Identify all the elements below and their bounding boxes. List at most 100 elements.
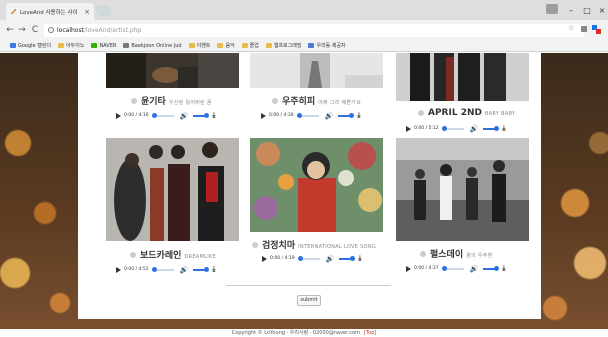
- tab-close-icon[interactable]: ×: [84, 8, 90, 16]
- extension-icon[interactable]: [580, 25, 588, 33]
- time-display: 0:00 / 4:19: [270, 256, 295, 261]
- audio-player: 0:00 / 4:19 🔊 ⤓: [262, 254, 361, 263]
- seek-slider[interactable]: [151, 112, 174, 118]
- volume-icon[interactable]: 🔊: [325, 112, 334, 120]
- volume-slider[interactable]: [193, 112, 210, 118]
- play-icon[interactable]: [261, 112, 266, 119]
- copyright-text: Copyright © LoYoung · 우리사랑 · 02000@naver…: [231, 330, 360, 336]
- radio-icon[interactable]: [420, 250, 426, 257]
- bookmark-label: 우리동 제공자: [316, 43, 346, 49]
- play-icon[interactable]: [406, 265, 411, 272]
- artist-photo[interactable]: [106, 53, 239, 88]
- time-display: 0:00 / 4:16: [124, 113, 149, 118]
- seek-slider[interactable]: [296, 112, 319, 118]
- song-title: DREAMLIKE: [184, 254, 217, 260]
- bookmark-item[interactable]: 아두이노: [58, 42, 84, 49]
- seek-slider[interactable]: [151, 266, 174, 272]
- seek-slider[interactable]: [297, 255, 320, 261]
- page-background: 윤기타 우산을 잃어버린 꿈 0:00 / 4:16 🔊 ⤓ 우주히피 어쩌 그…: [0, 53, 608, 337]
- time-display: 0:00 / 4:37: [414, 266, 439, 271]
- download-icon[interactable]: ⤓: [358, 254, 361, 263]
- seek-slider[interactable]: [441, 265, 464, 271]
- artist-photo[interactable]: [106, 138, 239, 241]
- artist-name: 우주히피: [282, 97, 316, 107]
- url-host: localhost: [57, 27, 84, 34]
- artist-name: APRIL 2ND: [428, 108, 482, 118]
- download-icon[interactable]: ⤓: [502, 124, 505, 133]
- close-window-button[interactable]: ×: [593, 3, 608, 17]
- bookmark-item[interactable]: 음악: [217, 42, 235, 49]
- play-icon[interactable]: [116, 112, 121, 119]
- download-icon[interactable]: ⤓: [357, 111, 360, 120]
- bookmark-icon: [241, 43, 248, 48]
- bookmark-item[interactable]: NAVER: [91, 43, 116, 49]
- bookmark-item[interactable]: 웹프로그래밍: [265, 42, 301, 49]
- radio-icon[interactable]: [252, 241, 258, 248]
- bookmark-icon: [265, 43, 272, 48]
- bookmark-item[interactable]: 우리동 제공자: [308, 42, 346, 49]
- bookmark-icon: [123, 43, 130, 48]
- artist-name: 검정치마: [262, 241, 296, 251]
- new-tab-button[interactable]: [94, 6, 112, 16]
- info-icon: [48, 27, 54, 33]
- audio-player: 0:00 / 4:16 🔊 ⤓: [116, 111, 215, 120]
- address-bar[interactable]: localhost/loveAnd/artist.php: [44, 24, 584, 37]
- volume-icon[interactable]: 🔊: [470, 265, 479, 273]
- bookmark-label: NAVER: [99, 42, 117, 49]
- artist-photo[interactable]: [396, 138, 529, 241]
- volume-slider[interactable]: [193, 266, 210, 272]
- bookmark-star-icon[interactable]: ☆: [568, 24, 574, 32]
- song-title: BABY BABY: [484, 111, 516, 117]
- volume-icon[interactable]: 🔊: [180, 112, 189, 120]
- artist-photo[interactable]: [396, 53, 529, 101]
- bookmark-item[interactable]: Baekjoon Online Jud: [123, 42, 182, 49]
- radio-icon[interactable]: [272, 97, 278, 104]
- volume-icon[interactable]: 🔊: [470, 125, 479, 133]
- bookmark-label: 졸업: [249, 43, 259, 49]
- volume-slider[interactable]: [483, 125, 500, 131]
- volume-slider[interactable]: [339, 255, 356, 261]
- forward-button[interactable]: →: [16, 23, 28, 37]
- bookmarks-bar: Google 캘린더 아두이노 NAVER Baekjoon Online Jud 이벤…: [0, 40, 608, 52]
- back-button[interactable]: ←: [4, 23, 16, 37]
- bookmark-icon: [188, 43, 195, 48]
- tab-title: LoveAnd 사용하는 사이: [20, 9, 78, 16]
- seek-slider[interactable]: [441, 125, 464, 131]
- artist-name: 펄스데이: [430, 250, 464, 260]
- volume-icon[interactable]: 🔊: [326, 255, 335, 263]
- submit-button[interactable]: submit: [297, 295, 321, 306]
- download-icon[interactable]: ⤓: [502, 264, 505, 273]
- play-icon[interactable]: [406, 125, 411, 132]
- audio-player: 0:00 / 4:30 🔊 ⤓: [261, 111, 360, 120]
- bookmark-icon: [91, 43, 98, 48]
- radio-icon[interactable]: [130, 251, 136, 258]
- reload-button[interactable]: C: [29, 23, 41, 37]
- time-display: 0:00 / 5:12: [414, 126, 439, 131]
- artist-name: 보드카레인: [140, 251, 182, 261]
- radio-icon[interactable]: [418, 110, 424, 116]
- artist-name: 윤기타: [141, 97, 166, 107]
- bookmark-item[interactable]: Google 캘린더: [10, 42, 51, 49]
- artist-photo[interactable]: [250, 138, 383, 232]
- volume-slider[interactable]: [338, 112, 355, 118]
- bookmark-item[interactable]: 졸업: [241, 42, 259, 49]
- profile-icon[interactable]: [546, 4, 558, 14]
- audio-player: 0:00 / 4:37 🔊 ⤓: [406, 264, 505, 273]
- play-icon[interactable]: [116, 266, 121, 273]
- extension-icon[interactable]: [592, 25, 601, 34]
- play-icon[interactable]: [262, 255, 267, 262]
- bookmark-label: Baekjoon Online Jud: [131, 42, 182, 49]
- download-icon[interactable]: ⤓: [212, 111, 215, 120]
- browser-tab[interactable]: LoveAnd 사용하는 사이 ×: [6, 3, 94, 20]
- artist-photo[interactable]: [250, 53, 383, 88]
- bookmark-item[interactable]: 이벤트: [188, 42, 210, 49]
- url-path: /loveAnd/artist.php: [83, 27, 142, 34]
- bookmark-icon: [10, 43, 16, 48]
- volume-slider[interactable]: [483, 265, 500, 271]
- download-icon[interactable]: ⤓: [212, 265, 215, 274]
- browser-window: LoveAnd 사용하는 사이 × – □ × ← → C localhost/…: [0, 0, 608, 337]
- song-title: 꿈의 우주편: [466, 253, 493, 259]
- top-link[interactable]: [Top]: [364, 330, 376, 336]
- radio-icon[interactable]: [131, 97, 137, 104]
- volume-icon[interactable]: 🔊: [180, 266, 189, 274]
